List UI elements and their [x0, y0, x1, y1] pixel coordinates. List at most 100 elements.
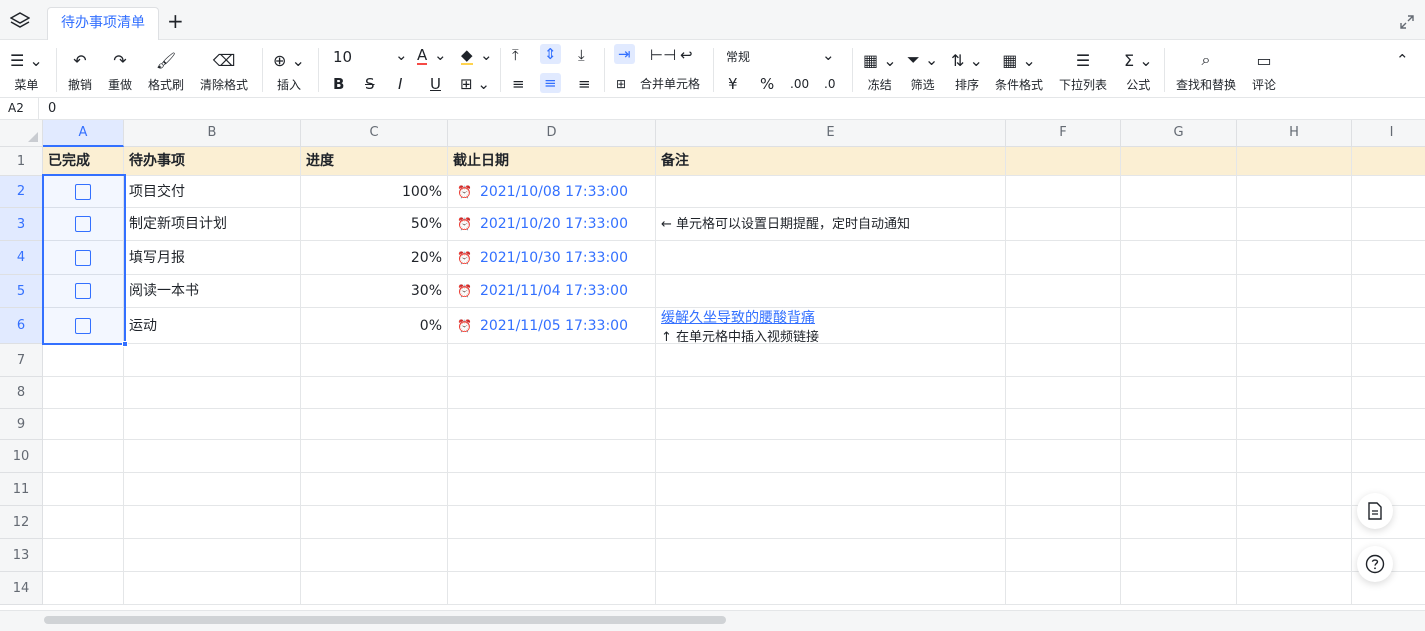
cell[interactable]: [301, 473, 448, 506]
cell[interactable]: [124, 539, 301, 572]
underline-button[interactable]: U: [430, 74, 441, 94]
cell[interactable]: [43, 572, 124, 605]
merge-cells-button[interactable]: 合并单元格: [640, 74, 700, 94]
cell[interactable]: [43, 506, 124, 539]
cell[interactable]: [301, 506, 448, 539]
note-cell[interactable]: ← 单元格可以设置日期提醒，定时自动通知: [656, 208, 1006, 241]
chevron-down-icon[interactable]: ⌄: [480, 45, 493, 65]
help-button[interactable]: [1357, 546, 1393, 582]
cell[interactable]: [1006, 208, 1121, 241]
header-cell[interactable]: 截止日期: [448, 147, 656, 176]
alarm-clock-icon[interactable]: ⏰: [457, 284, 472, 298]
border-icon[interactable]: ⊞ ⌄: [460, 74, 490, 94]
expand-icon[interactable]: [1399, 14, 1415, 30]
menu-button[interactable]: ☰ ⌄ 菜单: [10, 48, 43, 93]
cell[interactable]: [1006, 147, 1121, 176]
format-painter-button[interactable]: 🖌 格式刷: [148, 48, 184, 93]
cell[interactable]: [1352, 440, 1425, 473]
align-top-icon[interactable]: ⤒: [512, 45, 519, 65]
dropdown-list-button[interactable]: ☰ 下拉列表: [1059, 48, 1107, 93]
align-center-icon[interactable]: ≡: [540, 73, 561, 93]
number-format-select[interactable]: 常规: [726, 47, 750, 67]
cell[interactable]: [1006, 539, 1121, 572]
currency-button[interactable]: ¥: [728, 74, 738, 94]
cell[interactable]: [656, 409, 1006, 440]
alarm-clock-icon[interactable]: ⏰: [457, 251, 472, 265]
cell[interactable]: [1121, 440, 1237, 473]
cell[interactable]: [1237, 440, 1352, 473]
cell[interactable]: [124, 409, 301, 440]
due-date-cell[interactable]: ⏰ 2021/10/08 17:33:00: [448, 176, 656, 208]
alarm-clock-icon[interactable]: ⏰: [457, 319, 472, 333]
clear-format-button[interactable]: ⌫ 清除格式: [200, 48, 248, 93]
column-header-f[interactable]: F: [1006, 120, 1121, 147]
layers-icon[interactable]: [10, 12, 30, 30]
cell[interactable]: [656, 506, 1006, 539]
row-header[interactable]: 2: [0, 176, 43, 208]
cell[interactable]: [1006, 241, 1121, 275]
row-header[interactable]: 12: [0, 506, 43, 539]
cell[interactable]: [656, 572, 1006, 605]
cell[interactable]: [1121, 176, 1237, 208]
cell[interactable]: [301, 344, 448, 377]
bold-button[interactable]: B: [333, 74, 344, 94]
italic-button[interactable]: I: [398, 74, 402, 94]
cell[interactable]: [448, 506, 656, 539]
cell[interactable]: [1237, 539, 1352, 572]
cell[interactable]: [656, 344, 1006, 377]
due-date-cell[interactable]: ⏰ 2021/10/20 17:33:00: [448, 208, 656, 241]
cell[interactable]: [1121, 377, 1237, 409]
header-cell[interactable]: 已完成: [43, 147, 124, 176]
cell[interactable]: [301, 572, 448, 605]
cell[interactable]: [1237, 377, 1352, 409]
decrease-decimal-button[interactable]: .0: [824, 74, 835, 94]
filter-button[interactable]: ⏷ ⌄ 筛选: [907, 48, 938, 93]
cell[interactable]: [1006, 308, 1121, 344]
cell[interactable]: [1006, 440, 1121, 473]
font-color-button[interactable]: A: [417, 45, 428, 65]
note-cell[interactable]: 缓解久坐导致的腰酸背痛 ↑ 在单元格中插入视频链接: [656, 308, 1006, 344]
cell[interactable]: [1352, 377, 1425, 409]
add-sheet-button[interactable]: +: [167, 10, 184, 32]
cell[interactable]: [301, 409, 448, 440]
task-name-cell[interactable]: 填写月报: [124, 241, 301, 275]
task-name-cell[interactable]: 制定新项目计划: [124, 208, 301, 241]
alarm-clock-icon[interactable]: ⏰: [457, 217, 472, 231]
align-bottom-icon[interactable]: ⤓: [578, 45, 585, 65]
cell[interactable]: [1352, 308, 1425, 344]
cell[interactable]: [301, 377, 448, 409]
progress-cell[interactable]: 100%: [301, 176, 448, 208]
cell[interactable]: [448, 409, 656, 440]
cell[interactable]: [1006, 377, 1121, 409]
cell[interactable]: [1121, 344, 1237, 377]
cell[interactable]: [1237, 308, 1352, 344]
cell[interactable]: [1006, 572, 1121, 605]
progress-cell[interactable]: 50%: [301, 208, 448, 241]
cell[interactable]: [1237, 208, 1352, 241]
conditional-format-button[interactable]: ▦ ⌄ 条件格式: [995, 48, 1043, 93]
cell[interactable]: [43, 409, 124, 440]
sort-button[interactable]: ⇅ ⌄ 排序: [951, 48, 983, 93]
note-cell[interactable]: [656, 275, 1006, 308]
cell[interactable]: [301, 440, 448, 473]
progress-cell[interactable]: 30%: [301, 275, 448, 308]
header-cell[interactable]: 进度: [301, 147, 448, 176]
find-replace-button[interactable]: ⌕ 查找和替换: [1176, 48, 1236, 93]
column-header-h[interactable]: H: [1237, 120, 1352, 147]
cell[interactable]: [1121, 308, 1237, 344]
cell[interactable]: [124, 572, 301, 605]
row-header[interactable]: 8: [0, 377, 43, 409]
cell[interactable]: [1237, 506, 1352, 539]
text-overflow-icon[interactable]: ⇥: [614, 44, 635, 64]
chevron-down-icon[interactable]: ⌄: [434, 45, 447, 65]
spreadsheet-grid[interactable]: A B C D E F G H I 1 已完成 待办事项 进度 截止日期 备注 2 项目交付 100% ⏰ 2021/…: [0, 120, 1425, 610]
cell[interactable]: [124, 473, 301, 506]
cell[interactable]: [43, 440, 124, 473]
cell[interactable]: [1006, 275, 1121, 308]
cell[interactable]: [1352, 275, 1425, 308]
cell[interactable]: [1006, 409, 1121, 440]
cell[interactable]: [1121, 539, 1237, 572]
cell[interactable]: [1121, 506, 1237, 539]
align-right-icon[interactable]: ≡: [578, 74, 591, 94]
cell[interactable]: [1237, 344, 1352, 377]
